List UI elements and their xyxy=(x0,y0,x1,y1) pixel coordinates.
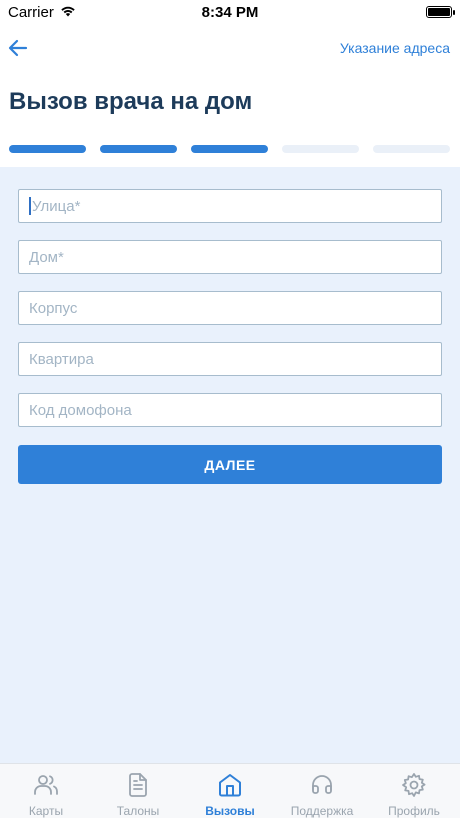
page-title: Вызов врача на дом xyxy=(9,88,253,115)
tab-calls[interactable]: Вызовы xyxy=(184,764,276,818)
tab-label: Карты xyxy=(28,804,64,818)
apartment-field[interactable]: Квартира xyxy=(18,342,442,376)
carrier-label: Carrier xyxy=(8,3,54,21)
tab-bar: Карты Талоны Вызовы Поддержка Профиль xyxy=(0,763,460,818)
intercom-code-field[interactable]: Код домофона xyxy=(18,393,442,427)
tab-label: Профиль xyxy=(388,804,440,818)
text-cursor xyxy=(29,197,31,215)
tab-cards[interactable]: Карты xyxy=(0,764,92,818)
apartment-placeholder: Квартира xyxy=(29,350,94,368)
back-button[interactable] xyxy=(6,36,30,60)
arrow-left-icon xyxy=(8,39,28,57)
wifi-icon xyxy=(60,4,76,21)
headphones-icon xyxy=(309,772,335,798)
status-bar: Carrier 8:34 PM xyxy=(0,0,460,24)
next-button[interactable]: ДАЛЕЕ xyxy=(18,445,442,484)
house-placeholder: Дом* xyxy=(29,248,64,266)
home-icon xyxy=(217,772,243,798)
progress-step-1 xyxy=(9,145,86,153)
progress-step-2 xyxy=(100,145,177,153)
street-placeholder: Улица* xyxy=(32,197,81,215)
status-left: Carrier xyxy=(8,4,76,21)
intercom-placeholder: Код домофона xyxy=(29,401,132,419)
users-icon xyxy=(33,772,59,798)
tab-support[interactable]: Поддержка xyxy=(276,764,368,818)
building-placeholder: Корпус xyxy=(29,299,78,317)
progress-step-4 xyxy=(282,145,359,153)
tab-label: Талоны xyxy=(116,804,160,818)
progress-steps xyxy=(9,145,450,153)
navigation-bar: Указание адреса xyxy=(0,28,460,68)
progress-step-3 xyxy=(191,145,268,153)
tab-label: Поддержка xyxy=(290,804,354,818)
gear-icon xyxy=(401,772,427,798)
tab-label: Вызовы xyxy=(205,804,255,818)
tab-tickets[interactable]: Талоны xyxy=(92,764,184,818)
building-field[interactable]: Корпус xyxy=(18,291,442,325)
nav-title: Указание адреса xyxy=(339,40,450,56)
document-icon xyxy=(125,772,151,798)
street-field[interactable]: Улица* xyxy=(18,189,442,223)
battery-icon xyxy=(426,6,455,18)
tab-profile[interactable]: Профиль xyxy=(368,764,460,818)
progress-step-5 xyxy=(373,145,450,153)
house-field[interactable]: Дом* xyxy=(18,240,442,274)
address-form: Улица* Дом* Корпус Квартира Код домофона… xyxy=(0,167,460,763)
